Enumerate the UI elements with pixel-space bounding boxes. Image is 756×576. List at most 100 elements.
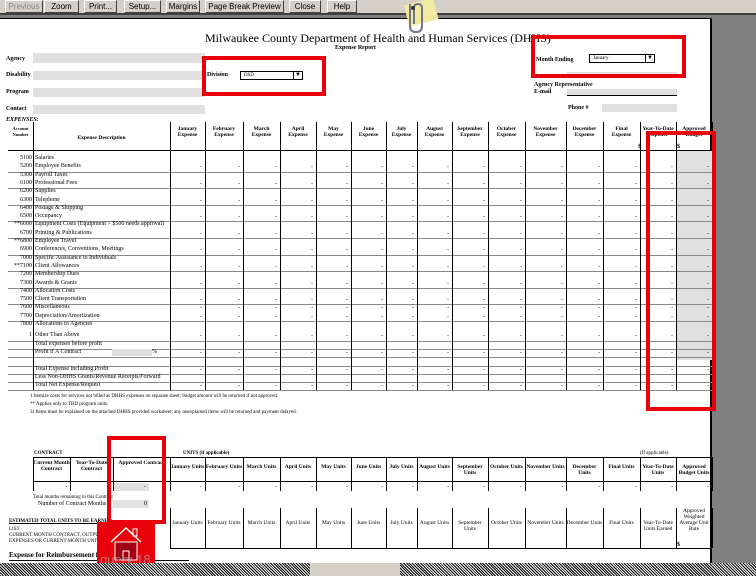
expense-cell[interactable]: - <box>488 296 525 304</box>
expense-cell[interactable]: - <box>417 280 452 288</box>
expense-cell[interactable]: - <box>316 280 351 288</box>
expense-cell[interactable]: - <box>170 280 205 288</box>
expense-cell[interactable]: - <box>386 313 417 321</box>
expense-cell[interactable]: - <box>417 296 452 304</box>
expense-cell[interactable]: - <box>452 304 488 312</box>
toolbar-button-previous[interactable]: Previous <box>5 0 43 13</box>
expense-cell[interactable]: - <box>205 296 243 304</box>
expense-cell[interactable]: - <box>280 280 316 288</box>
expense-cell[interactable]: - <box>488 213 525 221</box>
expense-cell[interactable]: - <box>170 163 205 171</box>
expense-cell[interactable]: - <box>316 366 351 374</box>
expense-cell[interactable]: - <box>417 213 452 221</box>
expense-cell[interactable]: - <box>603 263 640 271</box>
expense-cell[interactable]: - <box>351 296 386 304</box>
expense-cell[interactable]: - <box>525 313 566 321</box>
expense-cell[interactable]: - <box>525 246 566 254</box>
expense-cell[interactable]: - <box>417 230 452 238</box>
expense-cell[interactable]: - <box>417 246 452 254</box>
expense-cell[interactable]: - <box>417 366 452 374</box>
expense-cell[interactable]: - <box>351 263 386 271</box>
expense-cell[interactable]: - <box>205 246 243 254</box>
expense-cell[interactable]: - <box>488 382 525 390</box>
expense-cell[interactable]: - <box>566 304 603 312</box>
expense-cell[interactable]: - <box>205 280 243 288</box>
toolbar-button-margins[interactable]: Margins <box>166 0 200 13</box>
expense-cell[interactable]: - <box>525 263 566 271</box>
expense-cell[interactable]: - <box>603 304 640 312</box>
expense-cell[interactable]: - <box>417 163 452 171</box>
expense-cell[interactable]: - <box>243 197 280 205</box>
expense-cell[interactable]: - <box>452 296 488 304</box>
expense-cell[interactable]: - <box>205 263 243 271</box>
expense-cell[interactable]: - <box>452 280 488 288</box>
expense-cell[interactable]: - <box>386 296 417 304</box>
expense-cell[interactable]: - <box>525 280 566 288</box>
expense-cell[interactable]: - <box>351 280 386 288</box>
expense-cell[interactable]: - <box>525 332 566 340</box>
expense-cell[interactable]: - <box>417 197 452 205</box>
expense-cell[interactable]: - <box>488 332 525 340</box>
units-cell[interactable]: - <box>386 483 417 491</box>
expense-cell[interactable]: - <box>243 296 280 304</box>
expense-cell[interactable]: - <box>386 366 417 374</box>
expense-cell[interactable]: - <box>351 213 386 221</box>
expense-cell[interactable]: - <box>280 349 316 357</box>
units-cell[interactable]: - <box>351 483 386 491</box>
expense-cell[interactable]: - <box>452 382 488 390</box>
expense-cell[interactable]: - <box>316 313 351 321</box>
units-cell[interactable]: - <box>316 483 351 491</box>
scrollbar-thumb[interactable] <box>310 563 400 576</box>
expense-cell[interactable]: - <box>566 230 603 238</box>
expense-cell[interactable]: - <box>488 349 525 357</box>
units-cell[interactable]: - <box>417 483 452 491</box>
expense-cell[interactable]: - <box>488 230 525 238</box>
expense-cell[interactable]: - <box>243 263 280 271</box>
expense-cell[interactable]: - <box>452 263 488 271</box>
expense-cell[interactable]: - <box>316 349 351 357</box>
units-cell[interactable]: - <box>170 483 205 491</box>
expense-cell[interactable]: - <box>488 163 525 171</box>
contact-field[interactable] <box>33 105 205 114</box>
expense-cell[interactable]: - <box>566 296 603 304</box>
expense-cell[interactable]: - <box>280 230 316 238</box>
expense-cell[interactable]: - <box>452 332 488 340</box>
expense-cell[interactable]: - <box>205 349 243 357</box>
expense-cell[interactable]: - <box>452 230 488 238</box>
expense-cell[interactable]: - <box>170 246 205 254</box>
expense-cell[interactable]: - <box>603 197 640 205</box>
expense-cell[interactable]: - <box>525 304 566 312</box>
units-cell[interactable]: - <box>33 483 70 491</box>
expense-cell[interactable]: - <box>488 263 525 271</box>
expense-cell[interactable]: - <box>205 304 243 312</box>
expense-cell[interactable]: - <box>566 263 603 271</box>
units-cell[interactable]: - <box>566 483 603 491</box>
expense-cell[interactable]: - <box>603 280 640 288</box>
expense-cell[interactable]: - <box>243 246 280 254</box>
expense-cell[interactable]: - <box>452 313 488 321</box>
expense-cell[interactable]: - <box>280 296 316 304</box>
expense-cell[interactable]: - <box>170 197 205 205</box>
expense-cell[interactable]: - <box>170 230 205 238</box>
expense-cell[interactable]: - <box>280 180 316 188</box>
toolbar-button-print[interactable]: Print... <box>84 0 117 13</box>
program-field[interactable] <box>33 88 205 97</box>
expense-cell[interactable]: - <box>280 163 316 171</box>
expense-cell[interactable]: - <box>386 349 417 357</box>
expense-cell[interactable]: - <box>205 180 243 188</box>
expense-cell[interactable]: - <box>566 163 603 171</box>
expense-cell[interactable]: - <box>170 349 205 357</box>
expense-cell[interactable]: - <box>603 213 640 221</box>
expense-cell[interactable]: - <box>243 349 280 357</box>
units-cell[interactable]: - <box>676 483 712 491</box>
expense-cell[interactable]: - <box>170 296 205 304</box>
expense-cell[interactable]: - <box>603 349 640 357</box>
expense-cell[interactable]: - <box>525 349 566 357</box>
expense-cell[interactable]: - <box>243 332 280 340</box>
units-cell[interactable]: - <box>603 483 640 491</box>
expense-cell[interactable]: - <box>170 332 205 340</box>
expense-cell[interactable]: - <box>488 366 525 374</box>
expense-cell[interactable]: - <box>351 349 386 357</box>
units-cell[interactable]: - <box>243 483 280 491</box>
expense-cell[interactable]: - <box>525 382 566 390</box>
